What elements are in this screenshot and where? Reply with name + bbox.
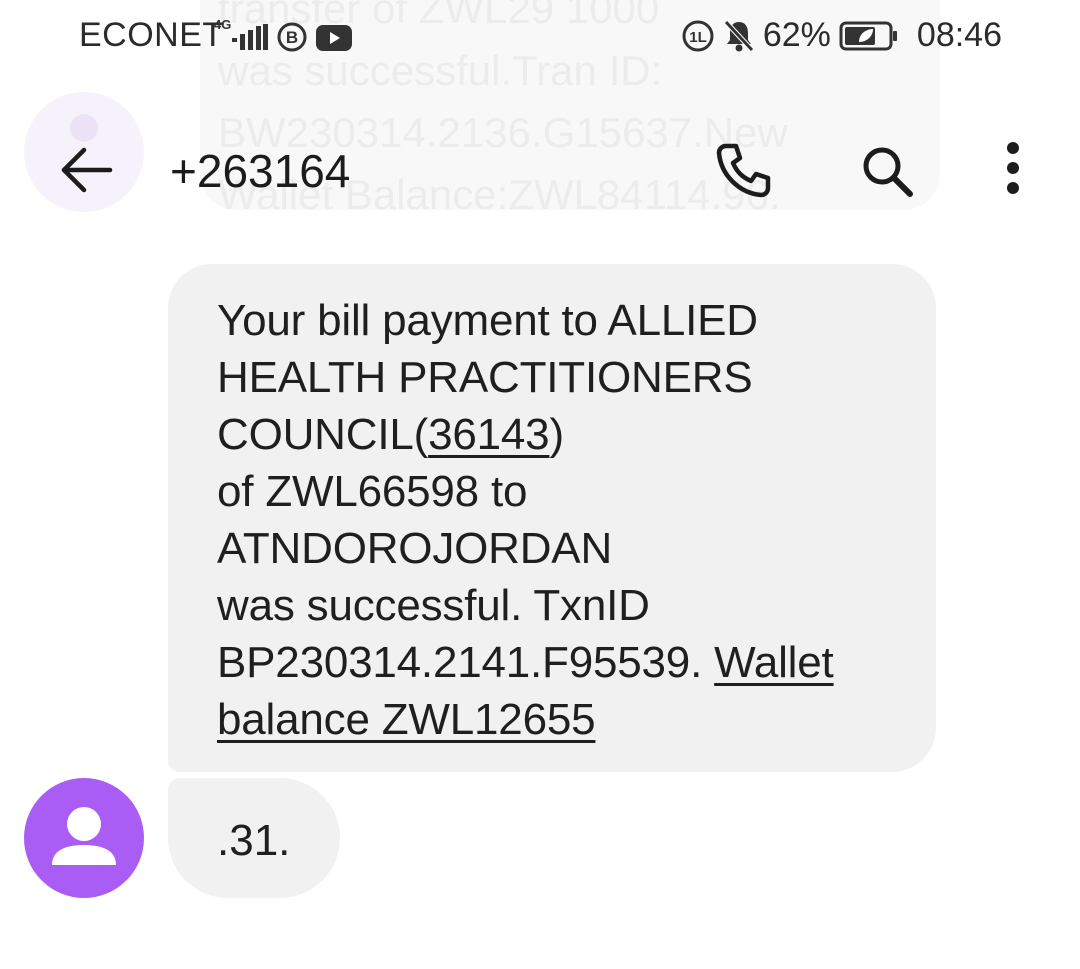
message-line-part: BP230314.2141.F95539. — [217, 638, 715, 687]
search-button[interactable] — [856, 140, 920, 204]
back-arrow-icon — [61, 147, 113, 193]
network-type: 4G — [214, 17, 232, 32]
message-line: COUNCIL(36143) — [217, 406, 917, 463]
carrier-name: ECONET — [79, 16, 224, 54]
b-badge-icon: B — [277, 22, 307, 52]
clock: 08:46 — [916, 16, 1002, 54]
message-line: Your bill payment to ALLIED — [217, 296, 758, 345]
person-icon — [52, 807, 116, 865]
svg-text:1L: 1L — [689, 29, 707, 46]
signal-icon — [232, 24, 268, 50]
message-line: ATNDOROJORDAN — [217, 524, 613, 573]
message-line-part: COUNCIL( — [217, 410, 429, 459]
battery-percent: 62% — [762, 16, 831, 54]
link-balance[interactable]: balance ZWL12655 — [217, 695, 596, 744]
data-saver-icon: 1L — [682, 20, 714, 51]
message-line: BP230314.2141.F95539. Wallet — [217, 634, 917, 691]
message-continuation-text: .31. — [217, 816, 291, 865]
message-line: of ZWL66598 to — [217, 467, 528, 516]
more-vert-icon — [1007, 142, 1019, 194]
link-wallet[interactable]: Wallet — [714, 638, 834, 687]
search-icon — [863, 147, 913, 197]
message-text: Your bill payment to ALLIED HEALTH PRACT… — [217, 292, 917, 748]
contact-avatar[interactable] — [24, 778, 144, 898]
sms-conversation-screen: transfer of ZWL29 1000 was successful.Tr… — [0, 0, 1080, 969]
back-button[interactable] — [58, 142, 114, 198]
battery-icon — [839, 21, 897, 50]
link-number[interactable]: 36143 — [428, 410, 550, 459]
message-line: HEALTH PRACTITIONERS — [217, 353, 753, 402]
svg-text:B: B — [286, 28, 298, 47]
status-right-group: 1L 62% 08:46 — [681, 16, 1002, 55]
more-options-button[interactable] — [990, 138, 1036, 202]
phone-icon — [716, 143, 771, 198]
conversation-header: +263164 — [0, 120, 1080, 220]
youtube-icon — [316, 25, 352, 51]
message-line: balance ZWL12655 — [217, 691, 917, 748]
status-bar: ECONET 4G B 1L 62% 08:46 — [0, 0, 1080, 78]
contact-number: +263164 — [170, 145, 351, 197]
message-line: was successful. TxnID — [217, 581, 650, 630]
bell-muted-icon — [724, 19, 754, 52]
call-button[interactable] — [712, 138, 776, 202]
message-line-part: ) — [549, 410, 564, 459]
